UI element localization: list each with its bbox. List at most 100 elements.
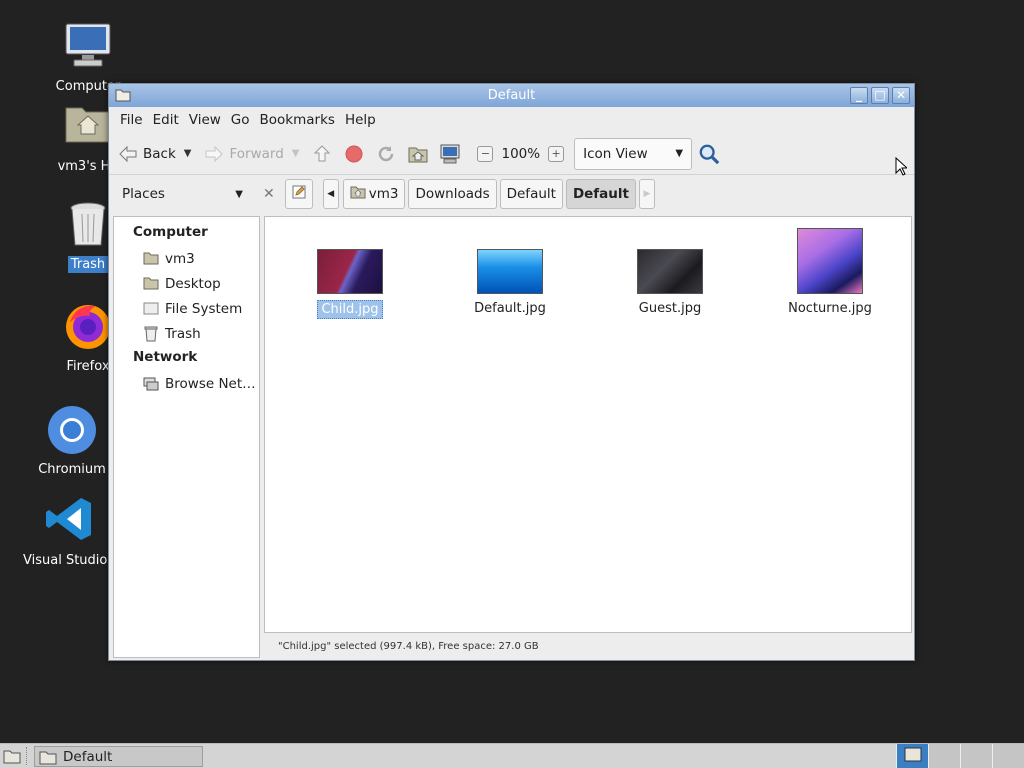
crumb-label: Default [572, 186, 629, 202]
forward-button[interactable]: Forward [203, 143, 284, 165]
chevron-down-icon: ▼ [675, 148, 684, 159]
window-title: Default [487, 88, 536, 103]
chromium-icon [46, 405, 98, 457]
vscode-icon [44, 496, 96, 548]
zoom-in-button[interactable]: + [548, 145, 565, 162]
reload-button[interactable] [375, 143, 401, 165]
file-manager-window: Default _ □ ✕ File Edit View Go Bookmark… [108, 83, 915, 661]
folder-icon [904, 746, 922, 766]
file-icon-view: Child.jpg Default.jpg Guest.jpg Nocturne… [264, 216, 912, 633]
crumb-default-parent[interactable]: Default [499, 179, 563, 209]
file-item[interactable]: Child.jpg [285, 249, 415, 319]
menu-bookmarks[interactable]: Bookmarks [255, 112, 340, 128]
file-item[interactable]: Default.jpg [445, 249, 575, 317]
menu-file[interactable]: File [115, 112, 148, 128]
computer-icon [439, 143, 461, 165]
minimize-button[interactable]: _ [850, 87, 868, 104]
sidebar-item-filesystem[interactable]: File System [114, 296, 259, 321]
maximize-button[interactable]: □ [871, 87, 889, 104]
crumb-scroll-left-button[interactable]: ◀ [322, 179, 339, 209]
sidebar-item-label: Trash [165, 325, 201, 342]
menu-go[interactable]: Go [226, 112, 255, 128]
desktop-icon-chromium[interactable]: Chromium [22, 405, 122, 478]
back-arrow-icon [117, 143, 139, 165]
image-thumbnail [477, 249, 543, 294]
mouse-cursor-icon [895, 156, 909, 181]
crumb-default-current[interactable]: Default [565, 179, 636, 209]
desktop-icon-label: Firefox [66, 359, 110, 374]
edit-location-button[interactable] [284, 179, 313, 209]
computer-button[interactable] [439, 143, 465, 165]
image-thumbnail [317, 249, 383, 294]
sidebar-heading-computer: Computer [133, 224, 208, 240]
image-thumbnail [637, 249, 703, 294]
side-pane-selector[interactable]: Places ▼ [109, 186, 251, 202]
home-button[interactable] [407, 143, 433, 165]
workspace-2[interactable] [928, 744, 960, 768]
taskbar-separator [26, 747, 28, 765]
up-arrow-icon [311, 143, 333, 165]
close-button[interactable]: ✕ [892, 87, 910, 104]
menu-edit[interactable]: Edit [148, 112, 184, 128]
sidebar-item-browse-network[interactable]: Browse Net… [114, 371, 259, 396]
image-thumbnail [797, 228, 863, 294]
file-item[interactable]: Nocturne.jpg [765, 228, 895, 317]
file-manager-launcher-icon[interactable] [3, 748, 21, 768]
forward-arrow-icon [203, 143, 225, 165]
desktop-icon-label: Chromium [38, 462, 106, 477]
menu-help[interactable]: Help [340, 112, 381, 128]
desktop-folder-icon [143, 276, 159, 292]
forward-label: Forward [229, 145, 284, 162]
crumb-label: Downloads [415, 186, 490, 202]
desktop-icon-vscode[interactable]: Visual Studio C [20, 496, 121, 569]
pencil-icon [292, 185, 306, 203]
crumb-home[interactable]: vm3 [342, 179, 406, 209]
workspace-3[interactable] [960, 744, 992, 768]
reload-icon [375, 143, 397, 165]
desktop-icon-label: Trash [67, 256, 109, 273]
sidebar-item-home[interactable]: vm3 [114, 246, 259, 271]
stop-icon [343, 143, 365, 165]
firefox-icon [62, 302, 114, 354]
back-history-dropdown-icon[interactable]: ▼ [184, 148, 192, 159]
sidebar-item-label: vm3 [165, 250, 195, 267]
menubar: File Edit View Go Bookmarks Help [109, 107, 914, 133]
back-button[interactable]: Back [117, 143, 176, 165]
trash-icon [62, 200, 114, 252]
file-name: Guest.jpg [638, 301, 702, 316]
workspace-4[interactable] [992, 744, 1024, 768]
close-side-pane-icon[interactable]: ✕ [263, 186, 275, 202]
sidebar-item-trash[interactable]: Trash [114, 321, 259, 346]
zoom-out-button[interactable]: − [477, 145, 494, 162]
trash-icon [143, 326, 159, 342]
crumb-downloads[interactable]: Downloads [408, 179, 497, 209]
taskbar-window-button[interactable]: Default [34, 746, 203, 767]
crumb-label: Default [506, 186, 556, 202]
view-mode-select[interactable]: Icon View ▼ [574, 137, 693, 170]
stop-button[interactable] [343, 143, 369, 165]
workspace-switcher [896, 744, 1024, 768]
file-item[interactable]: Guest.jpg [605, 249, 735, 317]
toolbar: Back ▼ Forward ▼ − 100% + Icon View ▼ [109, 133, 914, 175]
location-bar: Places ▼ ✕ ◀ vm3 Downloads Default Defau… [109, 175, 914, 213]
forward-history-dropdown-icon[interactable]: ▼ [292, 148, 300, 159]
back-label: Back [143, 145, 176, 162]
chevron-down-icon: ▼ [235, 188, 243, 200]
zoom-level: 100% [501, 145, 541, 162]
drive-icon [143, 301, 159, 317]
menu-view[interactable]: View [184, 112, 226, 128]
home-folder-icon [62, 102, 114, 154]
taskbar: Default [0, 743, 1024, 768]
up-button[interactable] [311, 143, 337, 165]
crumb-scroll-right-button[interactable]: ▶ [638, 179, 655, 209]
content-area: Computer vm3 Desktop File System Trash N… [113, 216, 912, 658]
sidebar-item-desktop[interactable]: Desktop [114, 271, 259, 296]
side-pane-label: Places [122, 186, 165, 202]
sidebar-item-label: Browse Net… [165, 375, 256, 392]
file-name: Default.jpg [474, 301, 546, 316]
search-button[interactable] [698, 143, 724, 165]
titlebar[interactable]: Default _ □ ✕ [109, 84, 914, 107]
workspace-1[interactable] [896, 744, 928, 768]
search-icon [698, 143, 720, 165]
places-sidebar: Computer vm3 Desktop File System Trash N… [113, 216, 260, 658]
